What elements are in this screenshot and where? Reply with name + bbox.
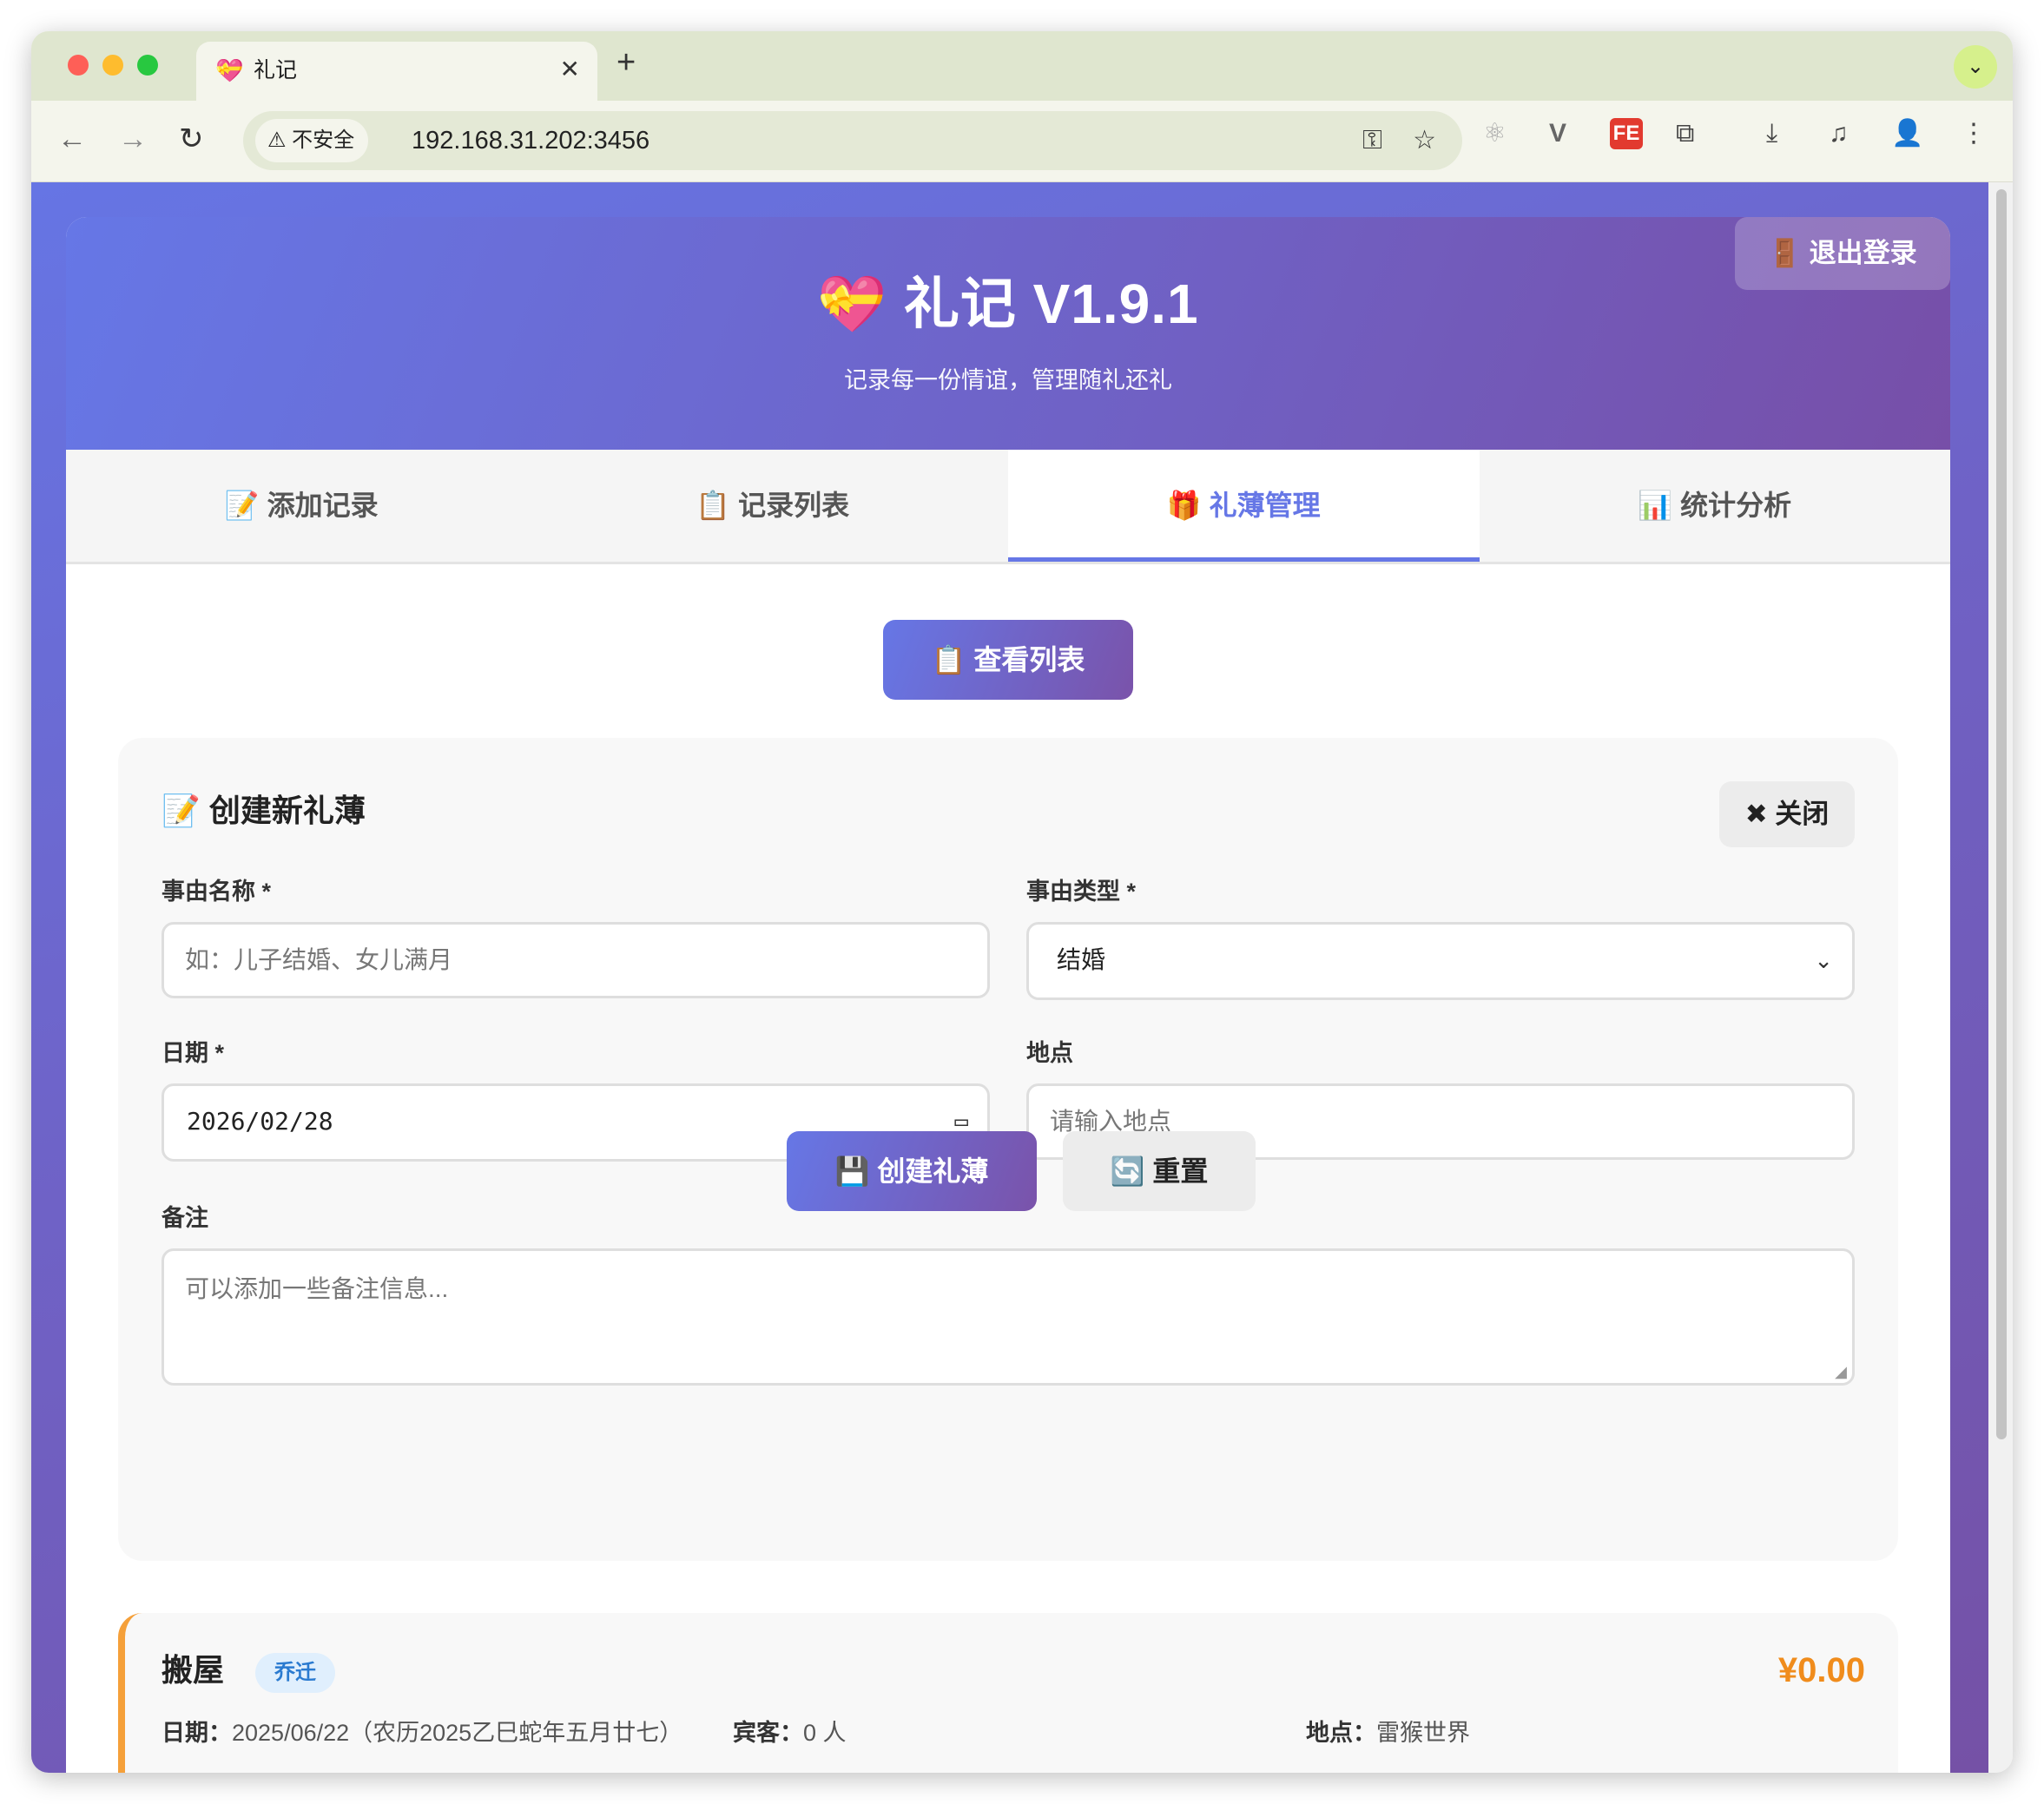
extensions-puzzle-icon[interactable]: ⧉ bbox=[1676, 116, 1694, 151]
favicon-icon: 💝 bbox=[215, 57, 244, 83]
gift-book-location: 地点：雷猴世界 bbox=[1306, 1717, 1470, 1748]
browser-menu-icon[interactable]: ⋮ bbox=[1961, 116, 1987, 151]
create-gift-book-button[interactable]: 💾 创建礼薄 bbox=[787, 1131, 1037, 1211]
app-title: 💝 礼记 V1.9.1 bbox=[817, 273, 1199, 335]
browser-toolbar: ← → ↻ ⚠ 不安全 192.168.31.202:3456 ⚿ ☆ bbox=[31, 101, 2013, 182]
date-label: 日期 * bbox=[162, 1040, 225, 1066]
reset-button[interactable]: 🔄 重置 bbox=[1063, 1131, 1256, 1211]
date-value: 2026/02/28 bbox=[187, 1107, 333, 1136]
notes-label: 备注 bbox=[162, 1205, 208, 1231]
gift-book-date: 日期：2025/06/22（农历2025乙巳蛇年五月廿七） bbox=[162, 1717, 682, 1748]
location-meta-label: 地点： bbox=[1306, 1720, 1376, 1746]
event-type-select[interactable]: 结婚 ⌄ bbox=[1026, 922, 1855, 1000]
location-meta-value: 雷猴世界 bbox=[1376, 1720, 1470, 1746]
app-subtitle: 记录每一份情谊，管理随礼还礼 bbox=[844, 367, 1172, 393]
date-meta-label: 日期： bbox=[162, 1720, 232, 1746]
view-list-button[interactable]: 📋 查看列表 bbox=[883, 620, 1133, 700]
event-name-placeholder: 如：儿子结婚、女儿满月 bbox=[185, 946, 453, 973]
notes-placeholder: 可以添加一些备注信息... bbox=[185, 1275, 449, 1302]
tab-statistics[interactable]: 📊 统计分析 bbox=[1480, 450, 1951, 562]
url-text[interactable]: 192.168.31.202:3456 bbox=[412, 111, 649, 170]
download-icon[interactable]: ⤓ bbox=[1766, 116, 1777, 151]
form-title: 📝 创建新礼薄 bbox=[162, 793, 366, 828]
address-bar[interactable]: ⚠ 不安全 192.168.31.202:3456 ⚿ ☆ bbox=[243, 111, 1462, 170]
page-viewport: 💝 礼记 V1.9.1 记录每一份情谊，管理随礼还礼 🚪 退出登录 📝 添加记录… bbox=[31, 182, 1988, 1773]
event-type-value: 结婚 bbox=[1057, 946, 1106, 973]
password-key-icon[interactable]: ⚿ bbox=[1362, 123, 1382, 158]
app-container: 💝 礼记 V1.9.1 记录每一份情谊，管理随礼还礼 🚪 退出登录 📝 添加记录… bbox=[66, 217, 1950, 1773]
vue-devtools-icon[interactable]: V bbox=[1549, 116, 1566, 151]
gift-book-item[interactable]: 搬屋 乔迁 ¥0.00 日期：2025/06/22（农历2025乙巳蛇年五月廿七… bbox=[118, 1613, 1898, 1773]
profile-avatar-icon[interactable]: 👤 bbox=[1891, 116, 1923, 151]
close-form-button[interactable]: ✖ 关闭 bbox=[1719, 781, 1855, 847]
back-button[interactable]: ← bbox=[57, 122, 87, 156]
tab-add-record[interactable]: 📝 添加记录 bbox=[66, 450, 537, 562]
event-name-input[interactable]: 如：儿子结婚、女儿满月 bbox=[162, 922, 990, 998]
main-tabs: 📝 添加记录 📋 记录列表 🎁 礼薄管理 📊 统计分析 bbox=[66, 450, 1950, 564]
security-indicator[interactable]: ⚠ 不安全 bbox=[255, 119, 369, 162]
gift-book-total: ¥0.00 bbox=[1777, 1651, 1865, 1689]
tab-close-icon[interactable]: ✕ bbox=[560, 56, 580, 83]
new-tab-button[interactable]: + bbox=[616, 45, 636, 80]
react-devtools-icon[interactable]: ⚛ bbox=[1483, 116, 1507, 151]
close-window-button[interactable] bbox=[68, 55, 89, 76]
browser-tab[interactable]: 💝 礼记 ✕ bbox=[196, 42, 597, 101]
gift-book-guests: 宾客：0 人 bbox=[733, 1717, 847, 1748]
location-label: 地点 bbox=[1026, 1040, 1073, 1066]
maximize-window-button[interactable] bbox=[137, 55, 158, 76]
tab-search-button[interactable]: ⌄ bbox=[1954, 45, 1997, 89]
tab-gift-book-management[interactable]: 🎁 礼薄管理 bbox=[1008, 450, 1480, 562]
event-name-label: 事由名称 * bbox=[162, 879, 272, 905]
minimize-window-button[interactable] bbox=[102, 55, 123, 76]
fe-helper-icon[interactable]: FE bbox=[1610, 118, 1643, 149]
tab-title: 礼记 bbox=[254, 58, 298, 82]
app-header: 💝 礼记 V1.9.1 记录每一份情谊，管理随礼还礼 🚪 退出登录 bbox=[66, 217, 1950, 450]
tab-record-list[interactable]: 📋 记录列表 bbox=[537, 450, 1009, 562]
scrollbar-thumb[interactable] bbox=[1996, 189, 2007, 1439]
guests-meta-label: 宾客： bbox=[733, 1720, 803, 1746]
gift-book-name: 搬屋 bbox=[162, 1652, 225, 1688]
date-meta-value: 2025/06/22（农历2025乙巳蛇年五月廿七） bbox=[232, 1720, 683, 1746]
resize-handle-icon[interactable]: ◢ bbox=[1835, 1364, 1847, 1379]
notes-textarea[interactable]: 可以添加一些备注信息... ◢ bbox=[162, 1248, 1855, 1386]
logout-button[interactable]: 🚪 退出登录 bbox=[1735, 217, 1950, 290]
event-type-label: 事由类型 * bbox=[1026, 879, 1137, 905]
chevron-down-icon: ⌄ bbox=[1814, 947, 1833, 973]
browser-window: 💝 礼记 ✕ + ⌄ ← → ↻ ⚠ 不安全 192.168.31.202:34… bbox=[31, 31, 2013, 1773]
event-type-badge: 乔迁 bbox=[255, 1653, 335, 1693]
forward-button[interactable]: → bbox=[118, 122, 148, 156]
reload-button[interactable]: ↻ bbox=[179, 122, 204, 156]
guests-meta-value: 0 人 bbox=[803, 1720, 847, 1746]
page-scrollbar[interactable] bbox=[1988, 182, 2013, 1773]
tab-strip: 💝 礼记 ✕ + ⌄ bbox=[31, 31, 2013, 101]
bookmark-star-icon[interactable]: ☆ bbox=[1413, 123, 1436, 158]
media-control-icon[interactable]: ♫ bbox=[1829, 116, 1849, 151]
